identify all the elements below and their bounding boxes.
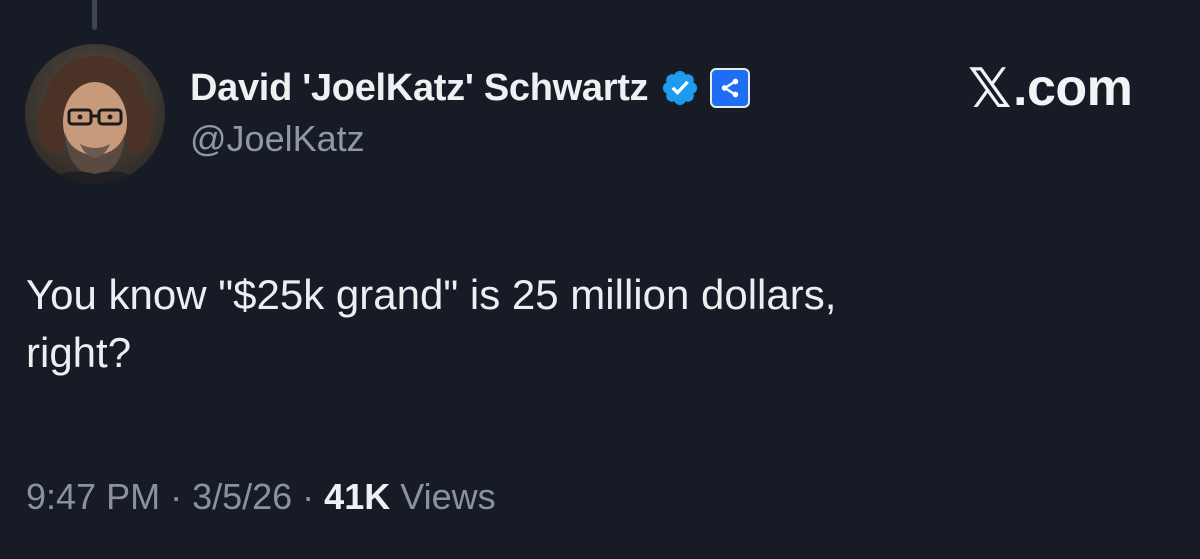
meta-separator: · <box>302 476 315 517</box>
meta-separator: · <box>170 476 183 517</box>
name-row: David 'JoelKatz' Schwartz <box>190 60 751 116</box>
tweet-date[interactable]: 3/5/26 <box>192 476 292 518</box>
tweet-text: You know "$25k grand" is 25 million doll… <box>26 271 837 376</box>
x-com-watermark: 𝕏 .com <box>968 56 1133 120</box>
tweet-header: David 'JoelKatz' Schwartz @JoelKatz <box>190 60 751 160</box>
views-count: 41K <box>324 476 391 517</box>
watermark-domain: .com <box>1013 59 1133 117</box>
avatar[interactable] <box>25 44 165 184</box>
views-label: Views <box>400 476 496 517</box>
avatar-image <box>25 44 165 184</box>
author-display-name[interactable]: David 'JoelKatz' Schwartz <box>190 67 649 110</box>
verified-checkmark-icon[interactable] <box>660 68 700 108</box>
author-handle[interactable]: @JoelKatz <box>190 118 750 160</box>
tweet-meta: 9:47 PM · 3/5/26 · 41K Views <box>26 476 496 518</box>
tweet-time[interactable]: 9:47 PM <box>26 476 160 518</box>
x-logo-icon: 𝕏 <box>968 56 1012 120</box>
ripple-affiliate-icon[interactable] <box>710 68 751 108</box>
thread-connector-line <box>92 0 97 30</box>
